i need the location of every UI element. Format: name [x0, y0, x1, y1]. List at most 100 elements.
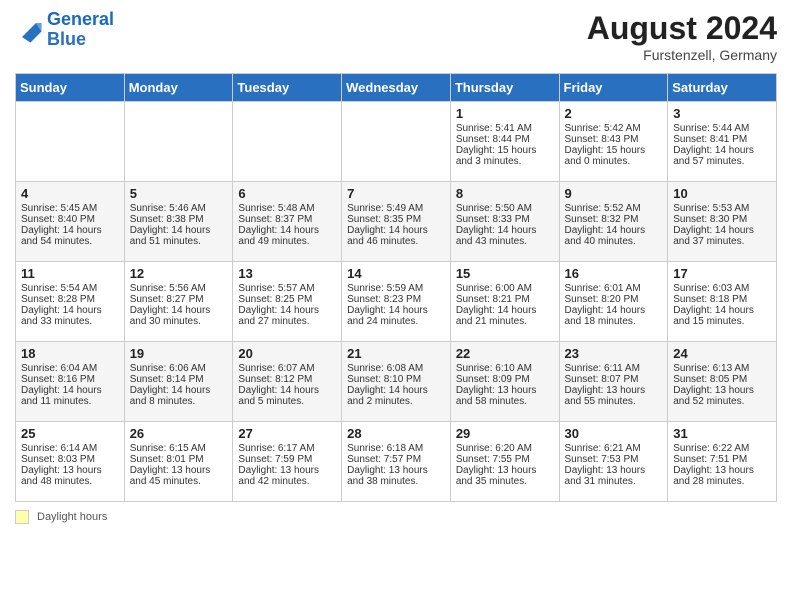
sunrise-text: Sunrise: 6:14 AM — [21, 443, 119, 454]
sunset-text: Sunset: 7:55 PM — [456, 454, 554, 465]
month-year: August 2024 — [587, 10, 777, 47]
sunrise-text: Sunrise: 5:54 AM — [21, 283, 119, 294]
calendar-cell: 2Sunrise: 5:42 AMSunset: 8:43 PMDaylight… — [559, 102, 668, 182]
calendar-week-row: 4Sunrise: 5:45 AMSunset: 8:40 PMDaylight… — [16, 182, 777, 262]
header-day: Monday — [124, 74, 233, 102]
daylight-text: Daylight: 15 hours and 0 minutes. — [565, 145, 663, 167]
calendar-cell: 19Sunrise: 6:06 AMSunset: 8:14 PMDayligh… — [124, 342, 233, 422]
day-number: 24 — [673, 346, 771, 361]
sunset-text: Sunset: 8:18 PM — [673, 294, 771, 305]
day-number: 3 — [673, 106, 771, 121]
calendar-cell: 21Sunrise: 6:08 AMSunset: 8:10 PMDayligh… — [342, 342, 451, 422]
daylight-text: Daylight: 14 hours and 37 minutes. — [673, 225, 771, 247]
logo: General Blue — [15, 10, 114, 50]
location: Furstenzell, Germany — [587, 47, 777, 63]
daylight-text: Daylight: 13 hours and 38 minutes. — [347, 465, 445, 487]
daylight-text: Daylight: 13 hours and 52 minutes. — [673, 385, 771, 407]
calendar-cell: 26Sunrise: 6:15 AMSunset: 8:01 PMDayligh… — [124, 422, 233, 502]
sunrise-text: Sunrise: 5:50 AM — [456, 203, 554, 214]
calendar-cell: 3Sunrise: 5:44 AMSunset: 8:41 PMDaylight… — [668, 102, 777, 182]
daylight-text: Daylight: 13 hours and 45 minutes. — [130, 465, 228, 487]
calendar-cell: 14Sunrise: 5:59 AMSunset: 8:23 PMDayligh… — [342, 262, 451, 342]
day-number: 5 — [130, 186, 228, 201]
header-day: Wednesday — [342, 74, 451, 102]
daylight-text: Daylight: 14 hours and 15 minutes. — [673, 305, 771, 327]
calendar-cell: 25Sunrise: 6:14 AMSunset: 8:03 PMDayligh… — [16, 422, 125, 502]
sunset-text: Sunset: 8:30 PM — [673, 214, 771, 225]
daylight-text: Daylight: 13 hours and 35 minutes. — [456, 465, 554, 487]
header-row: SundayMondayTuesdayWednesdayThursdayFrid… — [16, 74, 777, 102]
calendar-cell: 16Sunrise: 6:01 AMSunset: 8:20 PMDayligh… — [559, 262, 668, 342]
sunset-text: Sunset: 8:37 PM — [238, 214, 336, 225]
sunrise-text: Sunrise: 5:56 AM — [130, 283, 228, 294]
calendar-cell: 1Sunrise: 5:41 AMSunset: 8:44 PMDaylight… — [450, 102, 559, 182]
sunset-text: Sunset: 8:33 PM — [456, 214, 554, 225]
daylight-text: Daylight: 13 hours and 42 minutes. — [238, 465, 336, 487]
daylight-text: Daylight: 13 hours and 31 minutes. — [565, 465, 663, 487]
daylight-text: Daylight: 14 hours and 51 minutes. — [130, 225, 228, 247]
header-day: Friday — [559, 74, 668, 102]
sunrise-text: Sunrise: 5:53 AM — [673, 203, 771, 214]
calendar-week-row: 11Sunrise: 5:54 AMSunset: 8:28 PMDayligh… — [16, 262, 777, 342]
calendar-week-row: 1Sunrise: 5:41 AMSunset: 8:44 PMDaylight… — [16, 102, 777, 182]
sunset-text: Sunset: 7:59 PM — [238, 454, 336, 465]
calendar-cell: 23Sunrise: 6:11 AMSunset: 8:07 PMDayligh… — [559, 342, 668, 422]
daylight-label: Daylight hours — [37, 511, 107, 523]
day-number: 22 — [456, 346, 554, 361]
sunrise-text: Sunrise: 5:46 AM — [130, 203, 228, 214]
calendar-cell — [124, 102, 233, 182]
sunrise-text: Sunrise: 5:48 AM — [238, 203, 336, 214]
daylight-text: Daylight: 14 hours and 5 minutes. — [238, 385, 336, 407]
logo-general: General — [47, 9, 114, 29]
day-number: 14 — [347, 266, 445, 281]
logo-icon — [15, 16, 43, 44]
calendar-week-row: 18Sunrise: 6:04 AMSunset: 8:16 PMDayligh… — [16, 342, 777, 422]
day-number: 18 — [21, 346, 119, 361]
sunset-text: Sunset: 8:12 PM — [238, 374, 336, 385]
sunrise-text: Sunrise: 6:21 AM — [565, 443, 663, 454]
sunrise-text: Sunrise: 5:45 AM — [21, 203, 119, 214]
daylight-text: Daylight: 14 hours and 57 minutes. — [673, 145, 771, 167]
daylight-text: Daylight: 14 hours and 8 minutes. — [130, 385, 228, 407]
sunrise-text: Sunrise: 6:17 AM — [238, 443, 336, 454]
calendar-cell: 28Sunrise: 6:18 AMSunset: 7:57 PMDayligh… — [342, 422, 451, 502]
sunrise-text: Sunrise: 6:20 AM — [456, 443, 554, 454]
day-number: 29 — [456, 426, 554, 441]
day-number: 10 — [673, 186, 771, 201]
sunrise-text: Sunrise: 6:22 AM — [673, 443, 771, 454]
day-number: 6 — [238, 186, 336, 201]
calendar-cell — [342, 102, 451, 182]
sunset-text: Sunset: 8:20 PM — [565, 294, 663, 305]
sunrise-text: Sunrise: 6:18 AM — [347, 443, 445, 454]
daylight-text: Daylight: 14 hours and 11 minutes. — [21, 385, 119, 407]
daylight-text: Daylight: 14 hours and 54 minutes. — [21, 225, 119, 247]
sunset-text: Sunset: 8:05 PM — [673, 374, 771, 385]
calendar-cell: 9Sunrise: 5:52 AMSunset: 8:32 PMDaylight… — [559, 182, 668, 262]
daylight-text: Daylight: 15 hours and 3 minutes. — [456, 145, 554, 167]
calendar-cell: 22Sunrise: 6:10 AMSunset: 8:09 PMDayligh… — [450, 342, 559, 422]
calendar-table: SundayMondayTuesdayWednesdayThursdayFrid… — [15, 73, 777, 502]
sunset-text: Sunset: 8:25 PM — [238, 294, 336, 305]
header-day: Tuesday — [233, 74, 342, 102]
daylight-text: Daylight: 13 hours and 55 minutes. — [565, 385, 663, 407]
calendar-cell: 10 Sunrise: 5:53 AMSunset: 8:30 PMDayligh… — [668, 182, 777, 262]
footer: Daylight hours — [15, 510, 777, 524]
sunrise-text: Sunrise: 5:59 AM — [347, 283, 445, 294]
day-number: 26 — [130, 426, 228, 441]
daylight-text: Daylight: 13 hours and 28 minutes. — [673, 465, 771, 487]
sunrise-text: Sunrise: 6:06 AM — [130, 363, 228, 374]
day-number: 13 — [238, 266, 336, 281]
daylight-text: Daylight: 14 hours and 21 minutes. — [456, 305, 554, 327]
page-header: General Blue August 2024 Furstenzell, Ge… — [15, 10, 777, 63]
day-number: 20 — [238, 346, 336, 361]
header-day: Sunday — [16, 74, 125, 102]
daylight-text: Daylight: 14 hours and 40 minutes. — [565, 225, 663, 247]
sunrise-text: Sunrise: 6:10 AM — [456, 363, 554, 374]
sunrise-text: Sunrise: 5:41 AM — [456, 123, 554, 134]
sunset-text: Sunset: 8:41 PM — [673, 134, 771, 145]
daylight-color-box — [15, 510, 29, 524]
sunset-text: Sunset: 8:35 PM — [347, 214, 445, 225]
sunset-text: Sunset: 8:27 PM — [130, 294, 228, 305]
sunrise-text: Sunrise: 6:03 AM — [673, 283, 771, 294]
calendar-cell: 18Sunrise: 6:04 AMSunset: 8:16 PMDayligh… — [16, 342, 125, 422]
